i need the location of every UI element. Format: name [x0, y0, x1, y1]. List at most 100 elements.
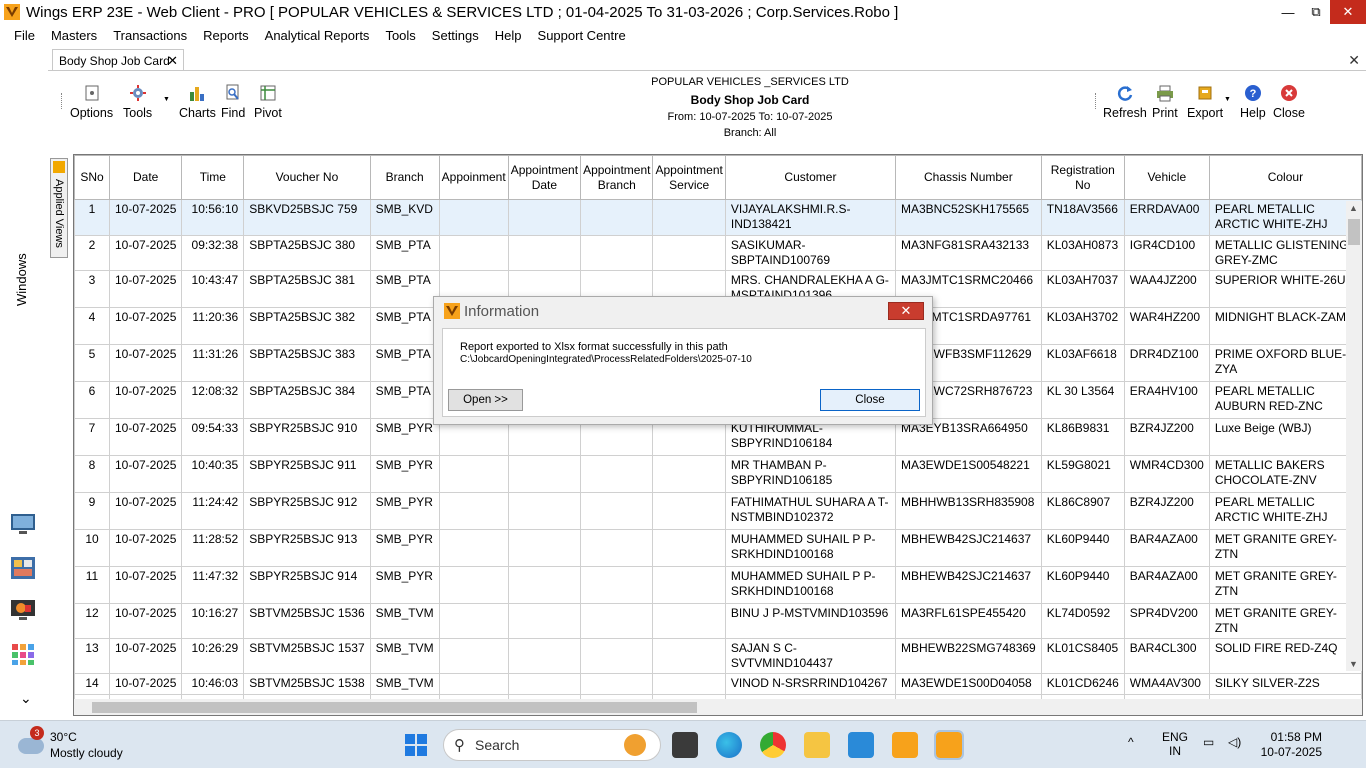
table-cell: BAR4CL300 [1123, 638, 1210, 674]
wings-erp-active-taskbar-icon[interactable] [934, 730, 964, 760]
col-appoinment[interactable]: Appoinment [438, 155, 509, 200]
table-row[interactable]: 13 10-07-2025 10:26:29 SBTVM25BSJC 1537 SMB_… [74, 638, 1362, 674]
table-cell: SMB_PTA [369, 381, 440, 419]
minimize-button[interactable]: — [1274, 0, 1302, 24]
col-vehicle[interactable]: Vehicle [1123, 155, 1210, 200]
window-title: Wings ERP 23E - Web Client - PRO [ POPUL… [26, 3, 899, 21]
find-button[interactable]: Find [221, 84, 245, 120]
apps-grid-icon[interactable] [10, 642, 36, 666]
col-customer[interactable]: Customer [724, 155, 897, 200]
tools-dropdown-icon[interactable]: ▼ [163, 96, 170, 103]
taskbar-search[interactable]: ⚲ Search [443, 729, 661, 761]
menu-tools[interactable]: Tools [377, 28, 423, 43]
vscode-icon[interactable] [848, 732, 874, 758]
data-table: SNo Date Time Voucher No Branch Appoinme… [74, 155, 1362, 715]
col-registration-no[interactable]: Registration No [1040, 155, 1125, 200]
refresh-button[interactable]: Refresh [1103, 84, 1147, 120]
dashboard-icon[interactable] [10, 556, 36, 580]
desktop-monitor-icon[interactable] [10, 512, 36, 536]
menu-settings[interactable]: Settings [424, 28, 487, 43]
dialog-close-button[interactable]: Close [820, 389, 920, 411]
tools-button[interactable]: Tools [123, 84, 152, 120]
horizontal-scroll-thumb[interactable] [92, 702, 697, 713]
help-button[interactable]: ? Help [1240, 84, 1266, 120]
menu-masters[interactable]: Masters [43, 28, 105, 43]
document-close-icon[interactable]: ✕ [1348, 52, 1360, 69]
table-cell: ERA4HV100 [1123, 381, 1210, 419]
menu-transactions[interactable]: Transactions [105, 28, 195, 43]
language-indicator[interactable]: ENG IN [1162, 730, 1188, 758]
toolbar-grip-right[interactable] [1095, 93, 1097, 109]
table-row[interactable]: 2 10-07-2025 09:32:38 SBPTA25BSJC 380 SMB_PT… [74, 235, 1362, 271]
col-date[interactable]: Date [108, 155, 183, 200]
export-dropdown-icon[interactable]: ▼ [1224, 96, 1231, 103]
col-appointment-branch[interactable]: Appointment Branch [580, 155, 654, 200]
table-row[interactable]: 10 10-07-2025 11:28:52 SBPYR25BSJC 913 SMB_P… [74, 529, 1362, 567]
col-chassis-number[interactable]: Chassis Number [895, 155, 1042, 200]
task-view-icon[interactable] [672, 732, 698, 758]
print-button[interactable]: Print [1152, 84, 1178, 120]
col-voucher-no[interactable]: Voucher No [243, 155, 371, 200]
scroll-up-icon[interactable]: ▲ [1349, 203, 1358, 213]
tray-chevron-up-icon[interactable]: ^ [1128, 735, 1134, 749]
temperature: 30°C [50, 730, 77, 744]
windows-start-icon[interactable] [405, 734, 427, 756]
chrome-browser-icon[interactable] [760, 732, 786, 758]
options-button[interactable]: Options [70, 84, 113, 120]
table-cell [580, 566, 654, 604]
table-row[interactable]: 12 10-07-2025 10:16:27 SBTVM25BSJC 1536 SMB_… [74, 603, 1362, 639]
col-appointment-service[interactable]: Appointment Service [652, 155, 726, 200]
volume-icon[interactable]: ◁) [1228, 735, 1241, 749]
table-row[interactable]: 1 10-07-2025 10:56:10 SBKVD25BSJC 759 SMB_KV… [74, 199, 1362, 236]
table-cell [580, 235, 654, 271]
network-icon[interactable]: ▭ [1203, 735, 1214, 749]
applied-views-tab[interactable]: Applied Views [50, 158, 68, 258]
vertical-scrollbar[interactable]: ▲ ▼ [1346, 201, 1362, 671]
edge-browser-icon[interactable] [716, 732, 742, 758]
col-colour[interactable]: Colour [1208, 155, 1362, 200]
col-sno[interactable]: SNo [74, 155, 110, 200]
table-cell [507, 603, 582, 639]
menu-analytical-reports[interactable]: Analytical Reports [257, 28, 378, 43]
open-button[interactable]: Open >> [448, 389, 523, 411]
menu-reports[interactable]: Reports [195, 28, 257, 43]
col-branch[interactable]: Branch [369, 155, 440, 200]
col-appointment-date[interactable]: Appointment Date [507, 155, 582, 200]
table-cell: SMB_PTA [369, 235, 440, 271]
job-card-grid[interactable]: SNo Date Time Voucher No Branch Appoinme… [73, 154, 1363, 716]
windows-label[interactable]: Windows [14, 253, 29, 306]
menu-support-centre[interactable]: Support Centre [530, 28, 634, 43]
table-row[interactable]: 9 10-07-2025 11:24:42 SBPYR25BSJC 912 SMB_PY… [74, 492, 1362, 530]
region-code: IN [1169, 744, 1181, 758]
pivot-button[interactable]: Pivot [254, 84, 282, 120]
table-cell: BAR4AZA00 [1123, 566, 1210, 604]
file-explorer-icon[interactable] [804, 732, 830, 758]
vertical-scroll-thumb[interactable] [1348, 219, 1360, 245]
close-report-button[interactable]: Close [1273, 84, 1305, 120]
window-close-button[interactable]: ✕ [1330, 0, 1366, 24]
dialog-close-icon[interactable]: ✕ [888, 302, 924, 320]
chevron-down-icon[interactable]: ⌄ [20, 690, 32, 707]
taskbar-clock[interactable]: 01:58 PM 10-07-2025 [1261, 730, 1322, 760]
scroll-down-icon[interactable]: ▼ [1349, 659, 1358, 669]
table-cell: PEARL METALLIC AUBURN RED-ZNC [1208, 381, 1362, 419]
table-row[interactable]: 11 10-07-2025 11:47:32 SBPYR25BSJC 914 SMB_P… [74, 566, 1362, 604]
export-button[interactable]: Export [1187, 84, 1223, 120]
restore-button[interactable]: ⧉ [1302, 0, 1330, 24]
analytics-monitor-icon[interactable] [10, 598, 36, 622]
table-cell: SBPYR25BSJC 914 [243, 566, 371, 604]
table-cell: 14 [74, 673, 110, 695]
menu-file[interactable]: File [0, 28, 43, 43]
wings-erp-taskbar-icon[interactable] [892, 732, 918, 758]
col-time[interactable]: Time [181, 155, 245, 200]
tab-body-shop-job-card[interactable]: Body Shop Job Card ✕ [52, 49, 184, 71]
charts-button[interactable]: Charts [179, 84, 216, 120]
table-cell: KL86B9831 [1040, 418, 1125, 456]
tab-close-icon[interactable]: ✕ [167, 53, 178, 69]
toolbar-grip[interactable] [61, 93, 63, 109]
table-row[interactable]: 14 10-07-2025 10:46:03 SBTVM25BSJC 1538 SMB_… [74, 673, 1362, 695]
table-row[interactable]: 8 10-07-2025 10:40:35 SBPYR25BSJC 911 SMB_PY… [74, 455, 1362, 493]
menu-help[interactable]: Help [487, 28, 530, 43]
table-cell: SMB_TVM [369, 638, 440, 674]
horizontal-scrollbar[interactable] [74, 699, 1362, 715]
